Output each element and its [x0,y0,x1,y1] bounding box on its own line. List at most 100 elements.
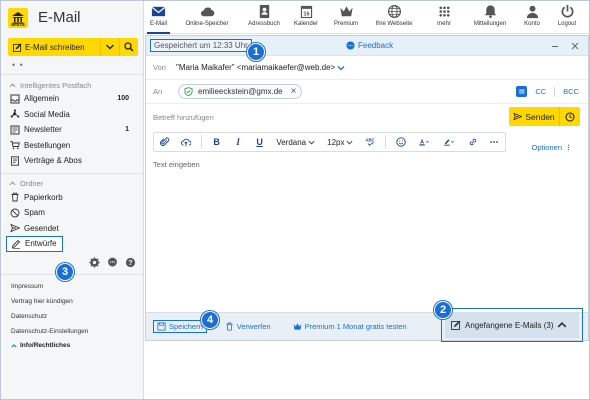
sidebar-item-label: Papierkorb [24,192,63,202]
chevron-down-icon [308,140,315,145]
highlight-color-button[interactable] [437,133,462,151]
emoji-button[interactable] [390,133,411,151]
premium-trial-link[interactable]: Premium 1 Monat gratis testen [293,322,407,331]
footer-link-impressum[interactable]: Impressum [11,279,143,294]
user-icon [526,5,538,19]
nav-label: Premium [333,21,358,27]
help-icon[interactable]: ? [125,257,136,268]
font-size-select[interactable]: 12px [327,138,353,147]
drafts-panel-toggle[interactable]: Angefangene E-Mails (3) [441,308,583,342]
addressbook-picker-icon[interactable]: ▤ [516,86,528,97]
nav-mitteilungen[interactable]: Mitteilungen [466,1,514,34]
sidebar-item-vertraege-abos[interactable]: Verträge & Abos [1,153,143,169]
message-body-editor[interactable]: Text eingeben [153,160,588,169]
chat-icon[interactable] [107,257,118,268]
nav-premium[interactable]: Premium [326,1,366,34]
underline-button[interactable]: U [249,133,270,151]
premium-label: Premium 1 Monat gratis testen [304,322,407,331]
sidebar-item-newsletter[interactable]: Newsletter 1 [1,122,143,138]
sidebar-item-papierkorb[interactable]: Papierkorb [1,190,143,206]
compose-label: E-Mail schreiben [25,42,85,52]
font-family-select[interactable]: Verdana [276,138,315,147]
save-draft-button[interactable]: Speichern [153,320,207,333]
nav-konto[interactable]: Konto [514,1,550,34]
folders-heading-label: Ordner [20,179,44,188]
clock-icon [565,111,575,122]
bcc-toggle[interactable]: BCC [563,87,579,96]
globe-icon [387,4,401,19]
schedule-send-button[interactable] [559,107,580,126]
top-navigation: E-Mail Online-Speicher Adressbuch 16 Kal… [145,1,589,34]
text-color-button[interactable]: A [411,133,436,151]
svg-text:?: ? [128,260,132,267]
bold-button[interactable]: B [206,133,227,151]
underline-icon: U [256,137,263,147]
remove-recipient-icon[interactable]: × [291,86,297,97]
compose-dropdown[interactable] [100,38,119,56]
from-row: Von "Maria Maikafer" <mariamaikaefer@web… [146,56,588,80]
sidebar-item-entwuerfe[interactable]: Entwürfe [6,236,63,252]
gear-icon[interactable] [89,257,100,268]
sidebar-item-bestellungen[interactable]: Bestellungen [1,138,143,154]
drafts-tab[interactable]: Angefangene E-Mails (3) [445,312,579,338]
webde-logo[interactable]: WEB.DE [8,7,28,28]
search-icon [124,42,134,52]
callout-badge-4: 4 [201,311,219,329]
sidebar: WEB.DE E-Mail E-Mail schreiben • • Intel… [1,1,144,399]
from-select[interactable]: "Maria Maikafer" <mariamaikaefer@web.de> [176,63,345,72]
svg-text:16: 16 [303,12,309,18]
recipient-chip[interactable]: emilieeckstein@gmx.de × [178,84,303,99]
trash-icon [226,322,233,331]
nav-adressbuch[interactable]: Adressbuch [242,1,286,34]
sidebar-item-social-media[interactable]: Social Media [1,107,143,123]
more-formatting-button[interactable] [484,133,505,151]
sidebar-item-label: Allgemein [24,94,60,104]
trash-icon [11,193,19,202]
smart-inbox-heading[interactable]: Intelligentes Postfach [1,79,143,91]
nav-label: Kalender [293,21,319,27]
more-horizontal-icon [490,141,499,143]
italic-button[interactable]: I [227,133,248,151]
font-family-value: Verdana [276,137,307,147]
chevron-up-icon [557,321,567,328]
compose-button[interactable]: E-Mail schreiben [8,43,100,52]
cloud-attach-button[interactable] [175,133,196,151]
sidebar-item-gesendet[interactable]: Gesendet [1,221,143,237]
cc-toggle[interactable]: CC [535,87,546,96]
attach-button[interactable] [154,133,175,151]
folders-heading[interactable]: Ordner [1,178,143,190]
footer-info-toggle[interactable]: Info/Rechtliches [11,339,143,353]
bold-icon: B [213,137,220,147]
mail-icon [151,6,166,17]
spellcheck-button[interactable]: ABC [359,133,380,151]
feedback-link[interactable]: Feedback [346,41,393,50]
nav-ihre-webseite[interactable]: Ihre Webseite [366,1,422,34]
discard-button[interactable]: Verwerfen [225,322,271,331]
send-button[interactable]: Senden [509,107,559,126]
inbox-icon [10,94,20,104]
footer-link-datenschutz-einstellungen[interactable]: Datenschutz-Einstellungen [11,324,143,339]
nav-email[interactable]: E-Mail [145,1,172,34]
subject-input[interactable]: Betreff hinzufügen [153,113,214,122]
minimize-icon[interactable] [550,41,560,51]
nav-online-speicher[interactable]: Online-Speicher [172,1,242,34]
options-menu[interactable]: Optionen [532,143,570,152]
italic-icon: I [236,137,240,147]
nav-mehr[interactable]: mehr [422,1,466,34]
insert-link-button[interactable] [462,133,483,151]
footer-link-vertrag-kuendigen[interactable]: Vertrag hier kündigen [11,294,143,309]
divider [1,172,143,174]
nav-kalender[interactable]: 16 Kalender [286,1,326,34]
sidebar-item-allgemein[interactable]: Allgemein 100 [1,91,143,107]
nav-label: Konto [524,21,540,27]
sidebar-item-spam[interactable]: Spam [1,205,143,221]
more-folders-toggle[interactable]: • • [12,60,143,70]
nav-label: mehr [437,21,451,27]
unread-count: 100 [117,95,129,103]
highlighter-icon [444,139,455,146]
recipient-address: emilieeckstein@gmx.de [198,87,283,96]
footer-link-datenschutz[interactable]: Datenschutz [11,309,143,324]
close-icon[interactable] [570,41,580,51]
mail-search-button[interactable] [119,38,138,56]
nav-logout[interactable]: Logout [550,1,584,34]
